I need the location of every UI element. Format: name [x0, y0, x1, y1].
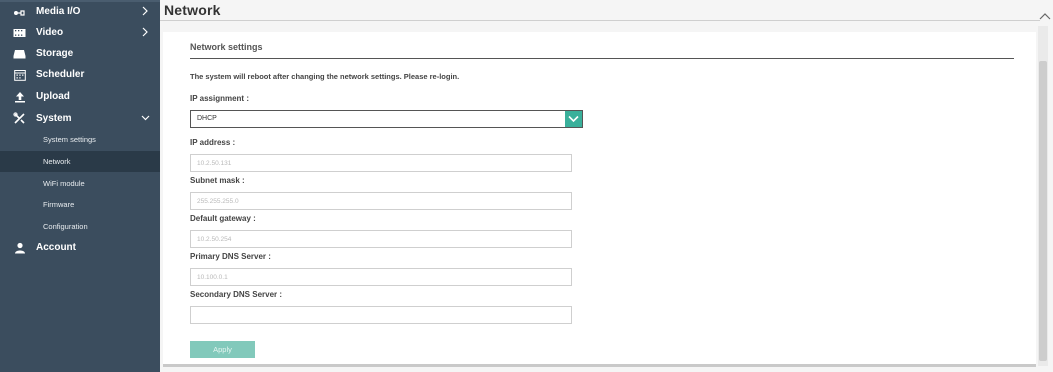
- subnet-mask-label: Subnet mask :: [190, 176, 245, 185]
- chevron-down-icon: [140, 111, 150, 125]
- ip-assignment-select[interactable]: DHCP: [190, 110, 583, 128]
- sidebar-subitem-network[interactable]: Network: [0, 151, 160, 172]
- chevron-up-icon[interactable]: [1039, 8, 1051, 20]
- sidebar-item-media-io[interactable]: Media I/O: [0, 1, 160, 22]
- sidebar-item-label: Storage: [36, 48, 74, 59]
- subnet-mask-input[interactable]: [190, 192, 572, 210]
- tools-icon: [13, 112, 26, 125]
- calendar-icon: [13, 68, 26, 81]
- media-io-icon: [13, 5, 26, 18]
- primary-dns-label: Primary DNS Server :: [190, 252, 271, 261]
- sidebar-subitem-label: Configuration: [43, 222, 88, 231]
- sidebar-item-label: Media I/O: [36, 6, 81, 17]
- reboot-notice: The system will reboot after changing th…: [190, 72, 460, 81]
- scrollbar-thumb[interactable]: [1039, 61, 1047, 361]
- section-divider: [190, 58, 1014, 59]
- sidebar-subitem-system-settings[interactable]: System settings: [0, 129, 160, 150]
- sidebar-subitem-wifi-module[interactable]: WiFi module: [0, 173, 160, 194]
- sidebar-item-upload[interactable]: Upload: [0, 86, 160, 107]
- section-title: Network settings: [190, 42, 263, 52]
- sidebar-item-system[interactable]: System: [0, 108, 160, 129]
- sidebar-subitem-label: Network: [43, 157, 71, 166]
- ip-address-label: IP address :: [190, 138, 236, 147]
- sidebar-item-label: Upload: [36, 91, 70, 102]
- user-icon: [13, 241, 26, 254]
- ip-assignment-label: IP assignment :: [190, 94, 249, 103]
- primary-dns-input[interactable]: [190, 268, 572, 286]
- sidebar-subitem-label: Firmware: [43, 200, 75, 209]
- scrollbar[interactable]: [1038, 26, 1048, 366]
- default-gateway-input[interactable]: [190, 230, 572, 248]
- upload-icon: [13, 90, 26, 103]
- sidebar-subitem-label: WiFi module: [43, 179, 85, 188]
- storage-icon: [13, 47, 26, 60]
- default-gateway-label: Default gateway :: [190, 214, 256, 223]
- video-icon: [13, 26, 26, 39]
- sidebar-item-label: Video: [36, 27, 64, 38]
- sidebar-item-scheduler[interactable]: Scheduler: [0, 64, 160, 85]
- sidebar-item-label: Scheduler: [36, 69, 85, 80]
- sidebar-subitem-label: System settings: [43, 135, 96, 144]
- apply-button[interactable]: Apply: [190, 341, 255, 358]
- ip-address-input[interactable]: [190, 154, 572, 172]
- network-settings-panel: Network settings The system will reboot …: [163, 32, 1036, 367]
- sidebar-subitem-firmware[interactable]: Firmware: [0, 194, 160, 215]
- sidebar-item-label: Account: [36, 242, 76, 253]
- page-title: Network: [164, 2, 221, 18]
- main-content: Network Network settings The system will…: [160, 0, 1053, 372]
- chevron-right-icon: [140, 25, 150, 39]
- sidebar: Media I/O Video Storage Scheduler Upload: [0, 0, 160, 372]
- chevron-right-icon: [140, 4, 150, 18]
- sidebar-subitem-configuration[interactable]: Configuration: [0, 216, 160, 237]
- sidebar-item-label: System: [36, 113, 72, 124]
- sidebar-item-account[interactable]: Account: [0, 237, 160, 258]
- title-divider: [160, 20, 1040, 21]
- sidebar-item-storage[interactable]: Storage: [0, 43, 160, 64]
- secondary-dns-label: Secondary DNS Server :: [190, 290, 283, 299]
- secondary-dns-input[interactable]: [190, 306, 572, 324]
- chevron-down-icon[interactable]: [565, 111, 582, 127]
- sidebar-item-video[interactable]: Video: [0, 22, 160, 43]
- ip-assignment-value: DHCP: [197, 115, 217, 122]
